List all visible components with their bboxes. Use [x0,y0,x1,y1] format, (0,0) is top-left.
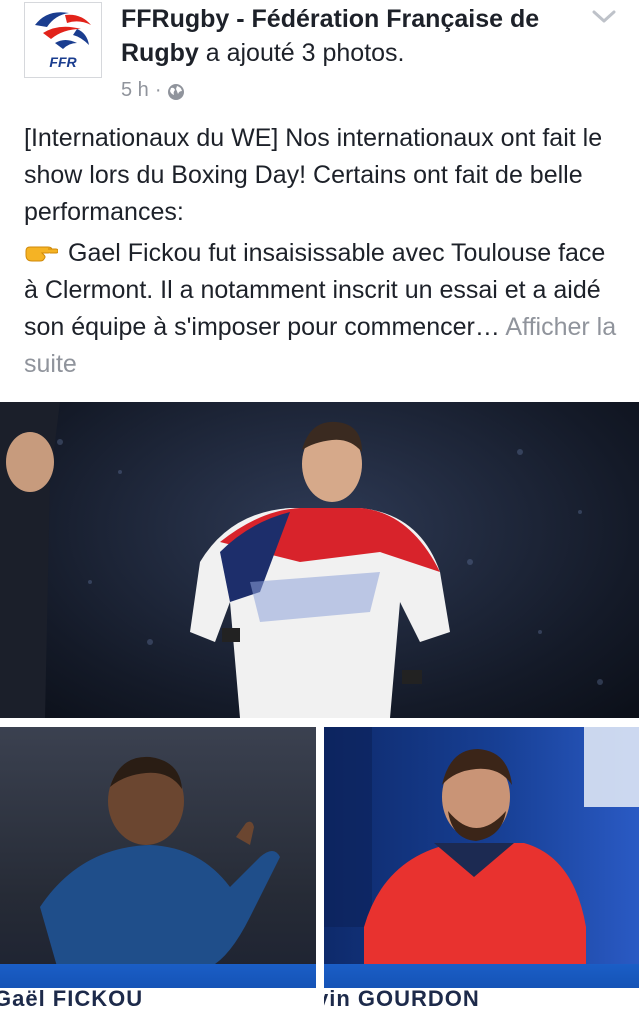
player-photo-main [0,402,603,718]
post-body: [Internationaux du WE] Nos internationau… [24,120,624,383]
photo-3[interactable]: vin GOURDON [324,727,639,1010]
photo-2[interactable]: Gaël FICKOU [0,727,316,1010]
post-author-line: FFRugby - Fédération Française de Rugby … [121,2,571,70]
post-timestamp[interactable]: 5 h [121,76,149,104]
post-action-text: a ajouté 3 photos. [198,39,405,67]
page-avatar[interactable]: FFR [24,2,102,78]
post-paragraph-1: [Internationaux du WE] Nos internationau… [24,124,603,226]
chevron-down-icon[interactable] [592,8,616,26]
post-meta: 5 h · [121,76,185,104]
post-paragraph-2: Gael Fickou fut insaisissable avec Toulo… [24,235,624,383]
ffr-logo: FFR [35,12,91,70]
post-header: FFR FFRugby - Fédération Française de Ru… [0,0,639,110]
photo-caption: Gaël FICKOU [0,986,144,1010]
meta-separator: · [154,79,162,101]
globe-icon [167,81,185,100]
photo-caption: vin GOURDON [324,986,480,1010]
photo-1[interactable] [0,402,639,718]
pointing-hand-icon [24,239,59,263]
svg-text:FFR: FFR [49,54,77,70]
